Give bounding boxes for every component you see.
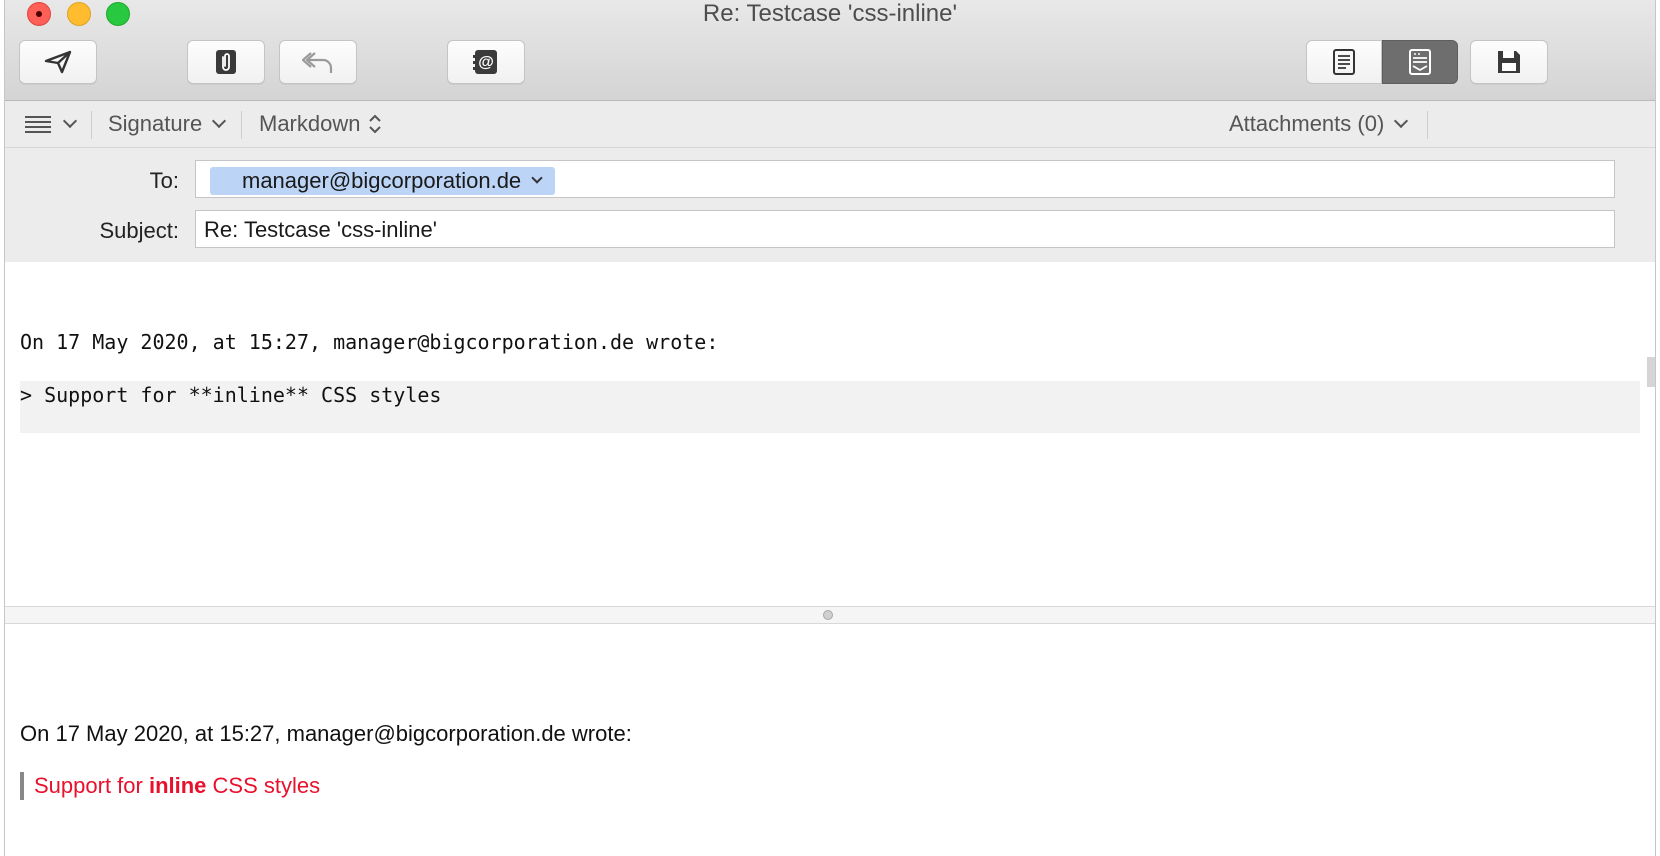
chevron-down-icon	[531, 172, 543, 184]
recipient-address: manager@bigcorporation.de	[242, 168, 522, 193]
view-mode-segmented-control	[1306, 40, 1458, 84]
preview-quote-bold: inline	[148, 773, 207, 798]
paper-plane-icon	[44, 50, 72, 74]
separator	[1427, 111, 1428, 139]
markdown-editor[interactable]: On 17 May 2020, at 15:27, manager@bigcor…	[5, 262, 1655, 606]
plain-view-button[interactable]	[1306, 40, 1382, 84]
preview-view-button[interactable]	[1382, 40, 1458, 84]
editor-scrollbar[interactable]	[1647, 357, 1655, 387]
editor-quote-text: > Support for **inline** CSS styles	[20, 383, 442, 407]
recipient-token[interactable]: manager@bigcorporation.de	[210, 167, 556, 195]
format-bar: Signature Markdown Attachments (0)	[5, 101, 1655, 148]
split-divider[interactable]	[5, 606, 1655, 624]
split-preview-icon	[1409, 49, 1431, 75]
address-book-button[interactable]: @	[447, 40, 525, 84]
subject-field[interactable]: Re: Testcase 'css-inline'	[195, 210, 1615, 248]
separator	[91, 111, 92, 139]
editor-quote-block: > Support for **inline** CSS styles	[20, 381, 1640, 433]
subject-value: Re: Testcase 'css-inline'	[204, 217, 437, 242]
editor-attribution-line: On 17 May 2020, at 15:27, manager@bigcor…	[20, 330, 719, 354]
preview-attribution-line: On 17 May 2020, at 15:27, manager@bigcor…	[20, 721, 632, 746]
window-title: Re: Testcase 'css-inline'	[702, 0, 958, 27]
save-draft-button[interactable]	[1470, 40, 1548, 84]
up-down-chevron-icon	[369, 114, 382, 134]
separator	[241, 111, 242, 139]
attach-button[interactable]	[187, 40, 265, 84]
subject-label: Subject:	[99, 218, 180, 243]
attachments-label: Attachments (0)	[1229, 111, 1385, 136]
divider-handle[interactable]	[823, 610, 833, 620]
format-label: Markdown	[259, 111, 361, 136]
chevron-down-icon	[62, 113, 78, 129]
address-book-at-icon: @	[473, 50, 497, 74]
send-button[interactable]	[19, 40, 97, 84]
list-format-menu[interactable]	[23, 101, 78, 147]
svg-text:@: @	[478, 54, 494, 71]
paperclip-icon	[216, 50, 236, 74]
preview-quote-block: Support for inline CSS styles	[20, 772, 320, 800]
signature-label: Signature	[108, 111, 203, 136]
format-selector[interactable]: Markdown	[259, 101, 382, 147]
titlebar: Re: Testcase 'css-inline' @	[5, 0, 1655, 101]
html-preview: On 17 May 2020, at 15:27, manager@bigcor…	[5, 624, 1655, 856]
list-lines-icon	[25, 116, 51, 133]
reply-arrow-icon	[301, 52, 333, 73]
preview-quote-prefix: Support for	[34, 773, 149, 798]
document-lines-icon	[1333, 49, 1355, 75]
attachments-menu[interactable]: Attachments (0)	[1229, 101, 1409, 147]
chevron-down-icon	[1394, 113, 1409, 129]
to-label: To:	[149, 168, 179, 193]
compose-window: Re: Testcase 'css-inline' @ Signature Ma…	[5, 0, 1655, 856]
to-field[interactable]: manager@bigcorporation.de	[195, 160, 1615, 198]
message-headers: To: manager@bigcorporation.de Subject: R…	[5, 148, 1655, 263]
reply-button[interactable]	[279, 40, 357, 84]
signature-menu[interactable]: Signature	[108, 101, 227, 147]
floppy-disk-icon	[1498, 51, 1520, 73]
chevron-down-icon	[212, 113, 227, 129]
preview-quote-suffix: CSS styles	[206, 773, 321, 798]
